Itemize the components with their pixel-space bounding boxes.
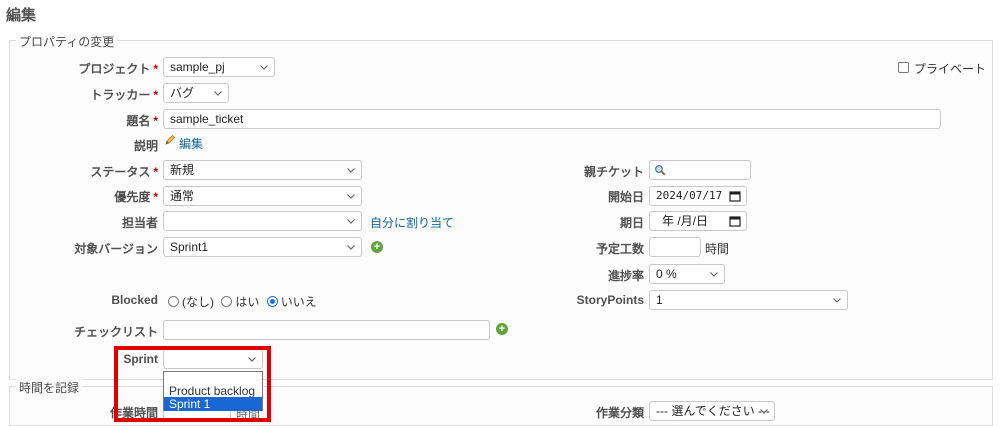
blocked-radio-none[interactable] [168, 296, 179, 307]
page-title: 編集 [6, 7, 37, 24]
done-ratio-select[interactable]: 0 % [649, 264, 725, 284]
chevron-down-icon [346, 214, 356, 228]
blocked-label: Blocked [111, 293, 158, 307]
tracker-select[interactable]: バグ [163, 83, 229, 103]
add-checklist-item-icon[interactable]: + [496, 323, 508, 335]
assign-to-me-link[interactable]: 自分に割り当て [370, 214, 454, 231]
chevron-down-icon [259, 60, 269, 74]
estimated-time-input[interactable] [649, 237, 701, 257]
timelog-legend: 時間を記録 [16, 379, 83, 396]
assignee-label: 担当者 [121, 216, 158, 230]
story-points-label: StoryPoints [576, 293, 644, 307]
activity-label: 作業分類 [595, 406, 644, 420]
priority-select[interactable]: 通常 [163, 186, 362, 206]
chevron-down-icon [832, 293, 842, 307]
project-select[interactable]: sample_pj [163, 57, 275, 77]
description-label: 説明 [133, 139, 158, 153]
calendar-icon[interactable] [729, 215, 741, 227]
tracker-label: トラッカー * [90, 88, 158, 102]
checklist-input[interactable] [163, 320, 490, 340]
chevron-down-icon [346, 240, 356, 254]
blocked-radio-no[interactable] [266, 296, 278, 307]
chevron-down-icon [346, 163, 356, 177]
description-edit-link[interactable]: 編集 [179, 135, 203, 152]
target-version-label: 対象バージョン [74, 242, 158, 256]
estimated-time-unit: 時間 [705, 242, 730, 256]
status-select[interactable]: 新規 [163, 160, 362, 180]
start-date-input[interactable]: 2024/07/17 [649, 186, 747, 206]
blocked-radio-group: (なし) はい いいえ [168, 293, 317, 310]
chevron-down-icon [759, 404, 769, 418]
chevron-down-icon [213, 86, 223, 100]
estimated-time-label: 予定工数 [595, 242, 644, 256]
subject-input[interactable]: sample_ticket [163, 109, 941, 129]
priority-label: 優先度 * [114, 190, 158, 204]
private-label: プライベート [914, 62, 987, 76]
due-date-input[interactable]: 年 /月/日 [649, 211, 747, 231]
done-ratio-label: 進捗率 [607, 269, 644, 283]
blocked-radio-yes[interactable] [221, 296, 233, 307]
due-date-label: 期日 [619, 216, 644, 230]
blocked-option-no: いいえ [280, 295, 317, 309]
subject-label: 題名 * [126, 114, 158, 128]
start-date-label: 開始日 [607, 190, 644, 204]
chevron-down-icon [346, 189, 356, 203]
private-checkbox[interactable] [898, 62, 909, 73]
status-label: ステータス * [90, 165, 158, 179]
blocked-option-none: (なし) [182, 295, 214, 309]
chevron-down-icon [709, 267, 719, 281]
add-version-icon[interactable]: + [371, 241, 383, 253]
search-icon [654, 164, 666, 179]
properties-legend: プロパティの変更 [16, 33, 118, 50]
parent-task-input[interactable] [649, 160, 751, 180]
target-version-select[interactable]: Sprint1 [163, 237, 362, 257]
sprint-highlight-box [114, 346, 271, 422]
story-points-select[interactable]: 1 [649, 290, 848, 310]
assignee-select[interactable] [163, 211, 362, 231]
blocked-option-yes: はい [235, 295, 260, 309]
calendar-icon[interactable] [729, 190, 741, 202]
project-label: プロジェクト * [78, 62, 158, 76]
pencil-icon [164, 134, 176, 149]
checklist-label: チェックリスト [73, 325, 158, 339]
activity-select[interactable]: --- 選んでください --- [649, 401, 775, 421]
parent-task-label: 親チケット [583, 165, 644, 179]
